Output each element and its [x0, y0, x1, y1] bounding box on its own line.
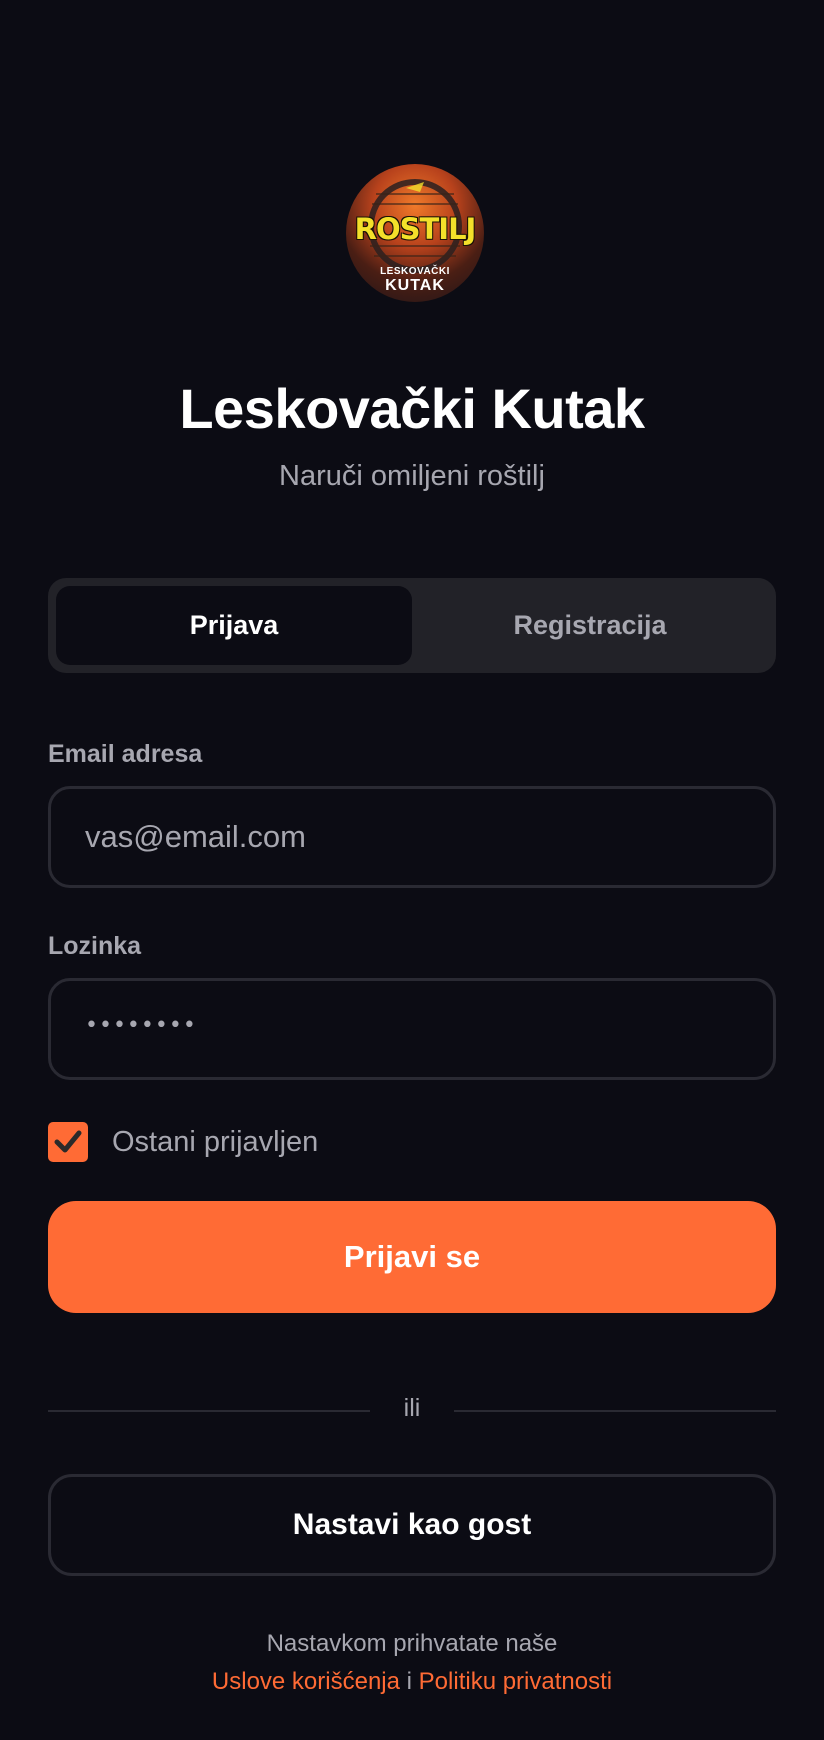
password-label: Lozinka [48, 932, 142, 960]
password-masked-value: •••••••• [85, 1013, 197, 1038]
app-title: Leskovački Kutak [179, 377, 645, 440]
email-label: Email adresa [48, 740, 203, 768]
footer-text: Nastavkom prihvatate naše [266, 1630, 558, 1657]
auth-tabs: Prijava Registracija [48, 578, 776, 673]
checkmark-icon [54, 1130, 82, 1153]
privacy-link[interactable]: Politiku privatnosti [419, 1668, 612, 1695]
remember-label[interactable]: Ostani prijavljen [112, 1126, 318, 1159]
password-field[interactable]: •••••••• [48, 978, 776, 1080]
tab-login[interactable]: Prijava [56, 586, 412, 665]
divider-line-right [454, 1410, 776, 1412]
tab-register[interactable]: Registracija [412, 586, 768, 665]
terms-link[interactable]: Uslove korišćenja [212, 1668, 400, 1695]
footer-conjunction: i [406, 1668, 412, 1695]
footer-links: Uslove korišćenja i Politiku privatnosti [0, 1668, 824, 1696]
login-screen: ROSTILJ LESKOVAČKI KUTAK Leskovački Kuta… [0, 0, 824, 1740]
logo-main-text: ROSTILJ [354, 212, 477, 246]
logo-sub-text-2: KUTAK [385, 277, 445, 294]
remember-checkbox[interactable] [48, 1122, 88, 1162]
guest-button[interactable]: Nastavi kao gost [48, 1474, 776, 1576]
login-button[interactable]: Prijavi se [48, 1201, 776, 1313]
app-subtitle: Naruči omiljeni roštilj [279, 460, 545, 492]
divider-text: ili [403, 1394, 421, 1422]
logo-sub-text: LESKOVAČKI [380, 266, 450, 277]
restaurant-logo: ROSTILJ LESKOVAČKI KUTAK [346, 164, 484, 302]
divider-line-left [48, 1410, 370, 1412]
email-field[interactable] [51, 789, 773, 885]
email-field-container [48, 786, 776, 888]
